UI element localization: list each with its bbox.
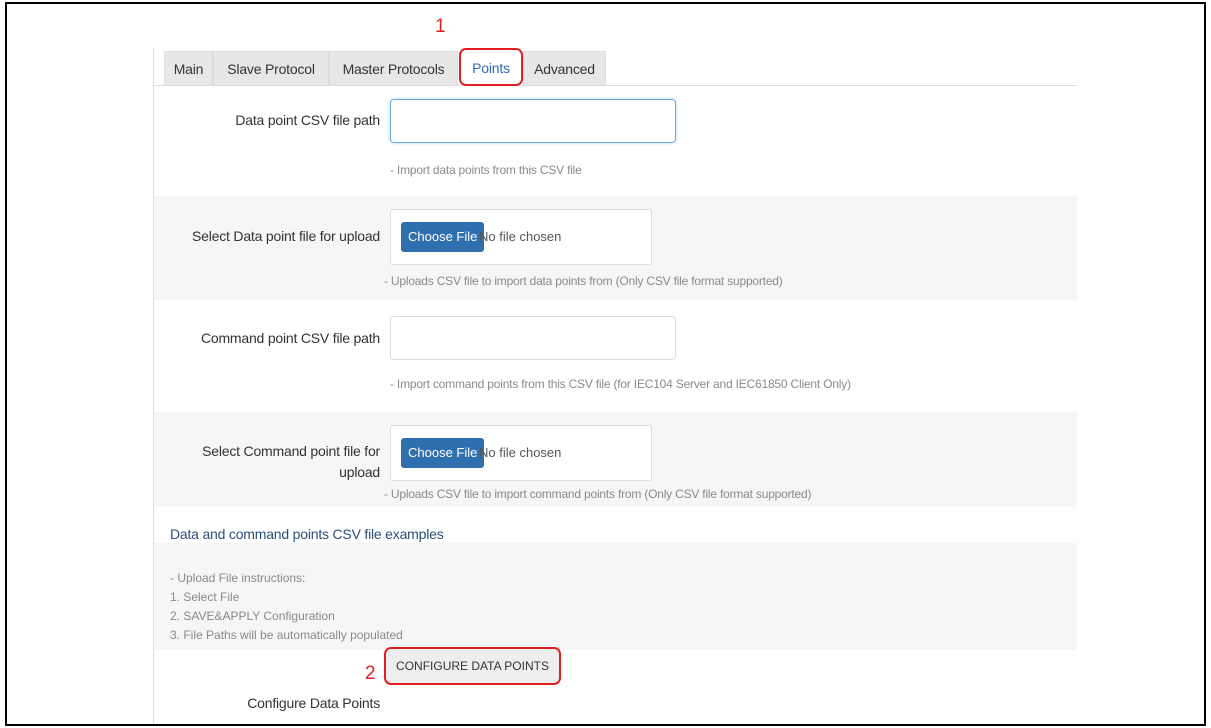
data-csv-path-row: Data point CSV file path - Import data p… [154, 86, 1077, 196]
examples-heading: Data and command points CSV file example… [170, 526, 444, 542]
instructions-block: - Upload File instructions: 1. Select Fi… [154, 543, 1077, 650]
command-csv-path-row: Command point CSV file path - Import com… [154, 300, 1077, 412]
command-upload-label-line1: Select Command point file for [202, 443, 380, 459]
choose-file-button[interactable]: Choose File [401, 438, 485, 468]
data-upload-help: - Uploads CSV file to import data points… [384, 274, 783, 288]
examples-heading-row: Data and command points CSV file example… [154, 507, 1077, 543]
configure-label: Configure Data Points [247, 695, 380, 711]
data-csv-path-input[interactable] [390, 99, 676, 143]
instruction-line: - Upload File instructions: [170, 571, 306, 585]
instruction-line: 3. File Paths will be automatically popu… [170, 628, 403, 642]
tab-advanced[interactable]: Advanced [523, 51, 606, 85]
tab-master-protocols[interactable]: Master Protocols [329, 51, 458, 85]
configure-row: 2 Configure Data Points [154, 650, 1077, 724]
tab-points[interactable]: Points [459, 48, 523, 86]
points-tab-panel: Data point CSV file path - Import data p… [153, 86, 1077, 724]
tab-bar: Main Slave Protocol Master Protocols Poi… [153, 48, 1077, 86]
command-upload-label-line2: upload [339, 464, 380, 480]
instruction-line: 2. SAVE&APPLY Configuration [170, 609, 335, 623]
command-upload-row: Select Command point file for upload Cho… [154, 412, 1077, 507]
tab-main[interactable]: Main [164, 51, 213, 85]
instruction-line: 1. Select File [170, 590, 240, 604]
choose-file-button[interactable]: Choose File [401, 222, 485, 252]
annotation-marker-2: 2 [365, 663, 376, 684]
command-file-input[interactable]: Choose File No file chosen [390, 425, 652, 481]
command-upload-help: - Uploads CSV file to import command poi… [384, 487, 812, 501]
data-upload-label: Select Data point file for upload [192, 228, 380, 244]
data-csv-path-label: Data point CSV file path [235, 112, 380, 128]
command-upload-label: Select Command point file for upload [154, 441, 380, 483]
data-csv-path-help: - Import data points from this CSV file [390, 163, 582, 177]
file-status-text: No file chosen [479, 229, 562, 244]
file-status-text: No file chosen [479, 445, 562, 460]
data-upload-row: Select Data point file for upload Choose… [154, 196, 1077, 300]
configure-data-points-button[interactable]: CONFIGURE DATA POINTS [384, 647, 561, 685]
tab-slave-protocol[interactable]: Slave Protocol [213, 51, 329, 85]
command-csv-path-label: Command point CSV file path [200, 330, 380, 346]
command-csv-path-input[interactable] [390, 316, 676, 360]
upload-instructions: - Upload File instructions: 1. Select Fi… [170, 569, 403, 645]
command-csv-path-help: - Import command points from this CSV fi… [390, 377, 851, 391]
screenshot-frame: 1 Main Slave Protocol Master Protocols P… [5, 2, 1206, 726]
data-file-input[interactable]: Choose File No file chosen [390, 209, 652, 265]
annotation-marker-1: 1 [435, 16, 446, 37]
